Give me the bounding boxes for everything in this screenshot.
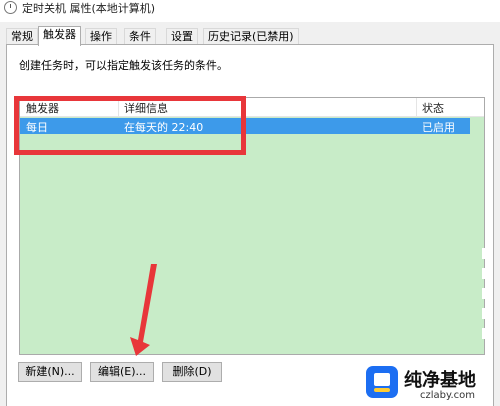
- tab-triggers[interactable]: 触发器: [38, 26, 81, 46]
- highlight-box: [14, 96, 246, 155]
- watermark-text: 纯净基地: [404, 370, 476, 391]
- scroll-mark: [482, 248, 486, 259]
- scroll-mark: [482, 288, 486, 299]
- window-title: 定时关机 属性(本地计算机): [22, 2, 156, 15]
- watermark-url: czlaby.com: [420, 390, 476, 401]
- watermark: 纯净基地 czlaby.com: [360, 360, 500, 406]
- window-titlebar: 定时关机 属性(本地计算机): [0, 0, 500, 22]
- scroll-mark: [482, 268, 486, 279]
- scroll-mark: [482, 308, 486, 319]
- column-header-status[interactable]: 状态: [422, 100, 444, 116]
- brand-logo-icon: [366, 366, 398, 398]
- panel-description: 创建任务时，可以指定触发该任务的条件。: [19, 59, 228, 72]
- tab-conditions[interactable]: 条件: [124, 28, 156, 45]
- column-divider[interactable]: [416, 98, 417, 116]
- tab-history[interactable]: 历史记录(已禁用): [203, 28, 299, 45]
- tab-general[interactable]: 常规: [6, 28, 38, 45]
- tab-actions[interactable]: 操作: [85, 28, 117, 45]
- edit-button[interactable]: 编辑(E)...: [90, 362, 154, 382]
- tab-strip: 常规 触发器 操作 条件 设置 历史记录(已禁用): [6, 26, 496, 46]
- scroll-mark: [482, 328, 486, 339]
- cell-status: 已启用: [422, 121, 455, 134]
- arrow-annotation-icon: [130, 264, 157, 356]
- new-button[interactable]: 新建(N)...: [18, 362, 82, 382]
- clock-icon: [4, 1, 17, 14]
- delete-button[interactable]: 删除(D): [162, 362, 222, 382]
- tab-settings[interactable]: 设置: [166, 28, 198, 45]
